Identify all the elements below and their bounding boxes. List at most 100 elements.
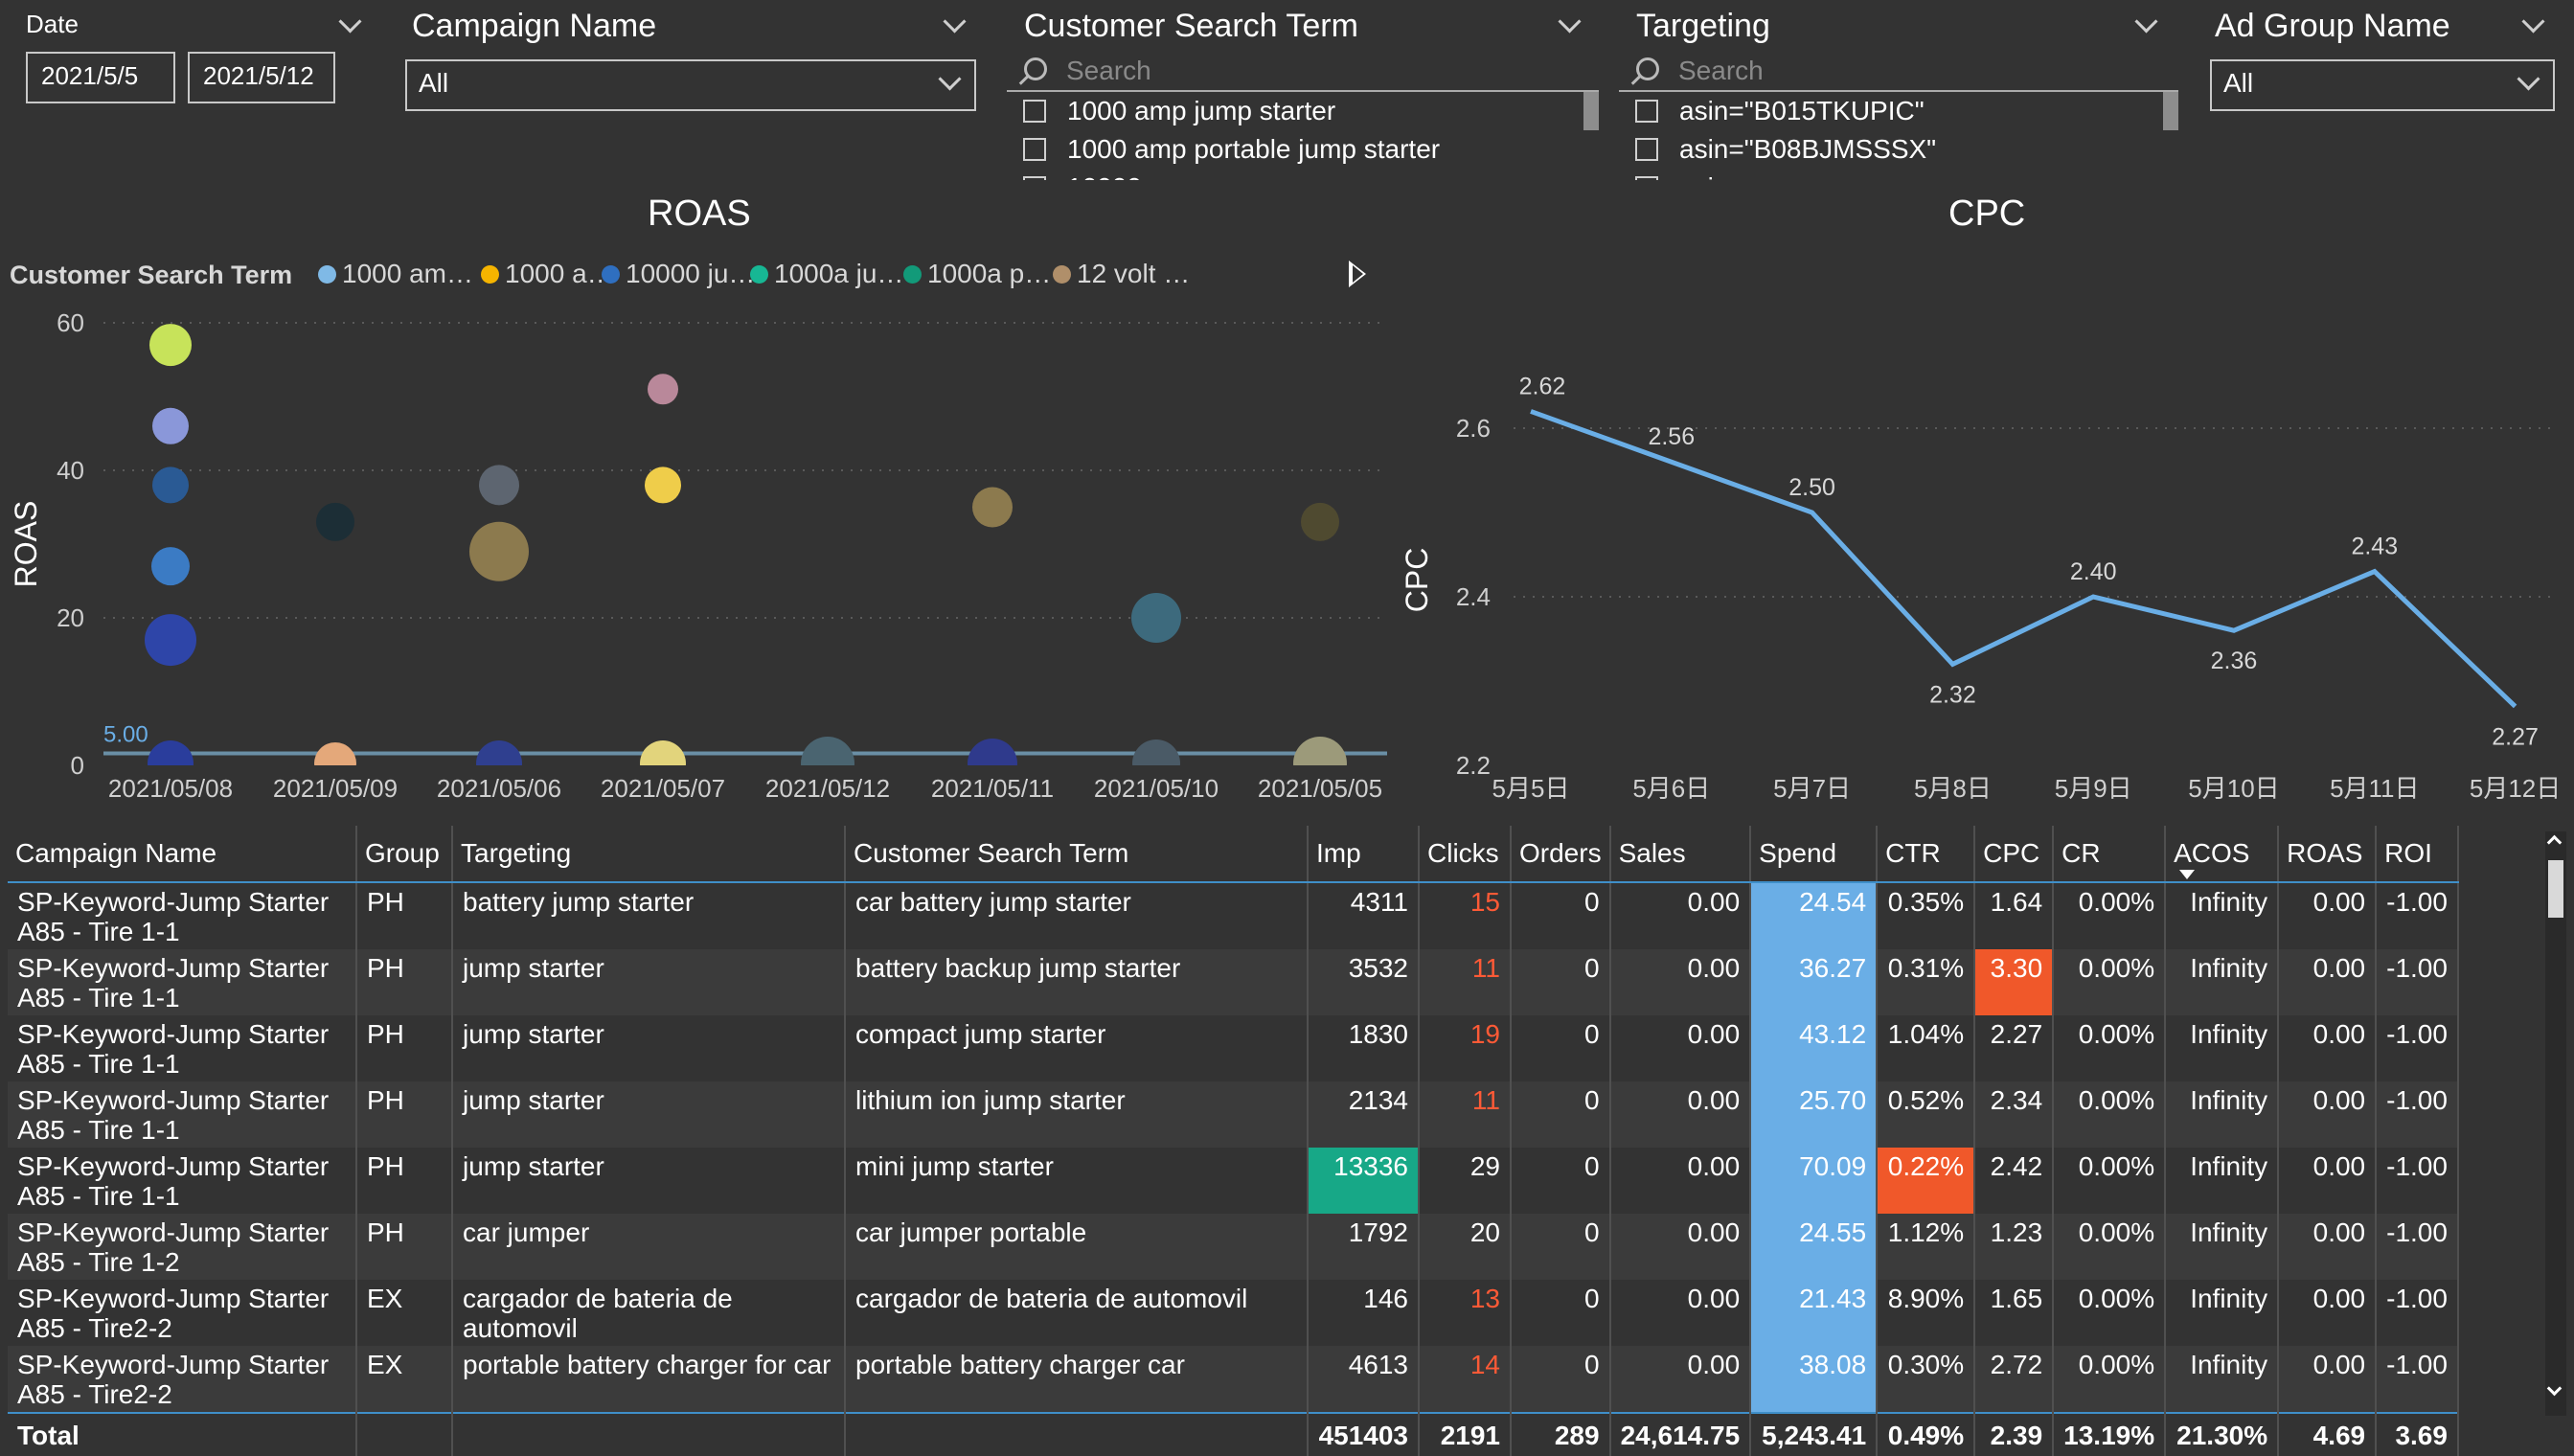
legend-marker xyxy=(602,265,620,284)
checkbox[interactable] xyxy=(1635,138,1658,161)
cell-campaign-name: SP-Keyword-Jump Starter A85 - Tire 1-1 xyxy=(8,949,357,1015)
table-row[interactable]: SP-Keyword-Jump Starter A85 - Tire 1-1 PH j… xyxy=(8,1015,2459,1081)
scatter-point xyxy=(152,407,189,444)
y-tick-label: 2.2 xyxy=(1456,751,1491,780)
chevron-down-icon[interactable] xyxy=(2521,10,2545,34)
total-imp: 451403 xyxy=(1308,1412,1420,1456)
legend-item[interactable]: 10000 ju… xyxy=(602,259,755,289)
col-header-roas[interactable]: ROAS xyxy=(2278,826,2378,883)
customer-search-term-search-input[interactable]: Search xyxy=(1007,54,1599,92)
legend-item[interactable]: 1000a ju… xyxy=(750,259,903,289)
cell-clicks: 11 xyxy=(1419,1081,1512,1148)
scroll-up-icon[interactable] xyxy=(2546,834,2563,851)
chevron-down-icon xyxy=(2517,67,2540,91)
chevron-down-icon[interactable] xyxy=(1558,10,1582,34)
scroll-down-icon[interactable] xyxy=(2546,1380,2563,1397)
total-acos: 21.30% xyxy=(2165,1412,2280,1456)
checkbox[interactable] xyxy=(1635,176,1658,180)
cell-cr: 0.00% xyxy=(2053,1081,2167,1148)
col-header-campaign-name[interactable]: Campaign Name xyxy=(8,826,357,883)
cell-orders: 0 xyxy=(1511,1148,1611,1214)
data-label: 2.56 xyxy=(1648,423,1695,450)
table-row[interactable]: SP-Keyword-Jump Starter A85 - Tire 1-2 PH c… xyxy=(8,1214,2459,1280)
targeting-search-input[interactable]: Search xyxy=(1619,54,2178,92)
col-header-acos[interactable]: ACOS xyxy=(2165,826,2280,883)
sort-descending-icon xyxy=(2179,870,2196,879)
col-header-group[interactable]: Group xyxy=(356,826,453,883)
data-label: 2.36 xyxy=(2211,648,2258,674)
col-header-orders[interactable]: Orders xyxy=(1511,826,1611,883)
col-header-targeting[interactable]: Targeting xyxy=(452,826,846,883)
cell-customer-search-term: portable battery charger car xyxy=(845,1346,1309,1413)
scrollbar-thumb[interactable] xyxy=(2548,860,2563,918)
table-row[interactable]: SP-Keyword-Jump Starter A85 - Tire 1-1 PH b… xyxy=(8,882,2459,949)
col-header-clicks[interactable]: Clicks xyxy=(1419,826,1512,883)
scrollbar-thumb[interactable] xyxy=(1583,92,1599,130)
cell-roi: -1.00 xyxy=(2376,1081,2459,1148)
y-tick-label: 20 xyxy=(57,603,84,632)
cell-roi: -1.00 xyxy=(2376,949,2459,1015)
cell-spend: 70.09 xyxy=(1750,1148,1879,1214)
table-row[interactable]: SP-Keyword-Jump Starter A85 - Tire 1-1 PH j… xyxy=(8,1081,2459,1148)
cell-roas: 0.00 xyxy=(2278,1081,2378,1148)
total-term xyxy=(845,1412,1309,1456)
cell-orders: 0 xyxy=(1511,1280,1611,1346)
cell-targeting: jump starter xyxy=(452,949,846,1015)
col-header-ctr[interactable]: CTR xyxy=(1877,826,1976,883)
legend-item[interactable]: 12 volt … xyxy=(1053,259,1190,289)
cell-targeting: portable battery charger for car xyxy=(452,1346,846,1413)
scatter-point xyxy=(1301,502,1339,541)
legend-marker xyxy=(750,265,768,284)
col-header-cpc[interactable]: CPC xyxy=(1974,826,2055,883)
cell-roi: -1.00 xyxy=(2376,1015,2459,1081)
table-row[interactable]: SP-Keyword-Jump Starter A85 - Tire2-2 EX ca… xyxy=(8,1280,2459,1346)
total-group xyxy=(356,1412,453,1456)
col-header-imp[interactable]: Imp xyxy=(1308,826,1420,883)
cell-imp: 1792 xyxy=(1308,1214,1420,1280)
scatter-point xyxy=(149,324,192,367)
table-row[interactable]: SP-Keyword-Jump Starter A85 - Tire2-2 EX po… xyxy=(8,1346,2459,1413)
date-end-input[interactable]: 2021/5/12 xyxy=(188,52,335,103)
total-targeting xyxy=(452,1412,846,1456)
col-header-spend[interactable]: Spend xyxy=(1750,826,1879,883)
x-tick-label: 5月9日 xyxy=(2055,774,2132,803)
legend-item[interactable]: 1000 a… xyxy=(481,259,614,289)
col-header-sales[interactable]: Sales xyxy=(1609,826,1752,883)
cell-clicks: 29 xyxy=(1419,1148,1512,1214)
date-start-input[interactable]: 2021/5/5 xyxy=(26,52,175,103)
chevron-down-icon[interactable] xyxy=(2134,10,2158,34)
x-tick-label: 2021/05/07 xyxy=(601,774,725,803)
scrollbar-thumb[interactable] xyxy=(2163,92,2178,130)
cell-targeting: jump starter xyxy=(452,1081,846,1148)
ad-group-name-dropdown[interactable]: All xyxy=(2210,59,2555,111)
table-row[interactable]: SP-Keyword-Jump Starter A85 - Tire 1-1 PH j… xyxy=(8,1148,2459,1214)
table-scrollbar[interactable] xyxy=(2545,831,2566,1416)
cell-acos: Infinity xyxy=(2165,949,2280,1015)
cell-roas: 0.00 xyxy=(2278,1214,2378,1280)
cell-spend: 43.12 xyxy=(1750,1015,1879,1081)
cell-cr: 0.00% xyxy=(2053,1015,2167,1081)
cell-cr: 0.00% xyxy=(2053,949,2167,1015)
col-header-customer-search-term[interactable]: Customer Search Term xyxy=(845,826,1309,883)
legend-marker xyxy=(903,265,922,284)
cell-ctr: 0.22% xyxy=(1877,1148,1976,1214)
cell-ctr: 1.04% xyxy=(1877,1015,1976,1081)
checkbox[interactable] xyxy=(1023,100,1046,123)
y-tick-label: 0 xyxy=(71,751,84,780)
campaign-name-dropdown[interactable]: All xyxy=(405,59,976,111)
chevron-down-icon[interactable] xyxy=(943,10,967,34)
legend-item[interactable]: 1000 am… xyxy=(318,259,473,289)
cell-customer-search-term: car battery jump starter xyxy=(845,882,1309,949)
legend-marker xyxy=(1053,265,1071,284)
x-tick-label: 5月5日 xyxy=(1492,774,1570,803)
table-row[interactable]: SP-Keyword-Jump Starter A85 - Tire 1-1 PH j… xyxy=(8,949,2459,1015)
cell-cr: 0.00% xyxy=(2053,1214,2167,1280)
col-header-cr[interactable]: CR xyxy=(2053,826,2167,883)
legend-item[interactable]: 1000a p… xyxy=(903,259,1051,289)
legend-label: 1000 am… xyxy=(342,259,473,288)
chevron-down-icon[interactable] xyxy=(338,10,362,34)
checkbox[interactable] xyxy=(1023,176,1046,180)
checkbox[interactable] xyxy=(1635,100,1658,123)
col-header-roi[interactable]: ROI xyxy=(2376,826,2459,883)
checkbox[interactable] xyxy=(1023,138,1046,161)
